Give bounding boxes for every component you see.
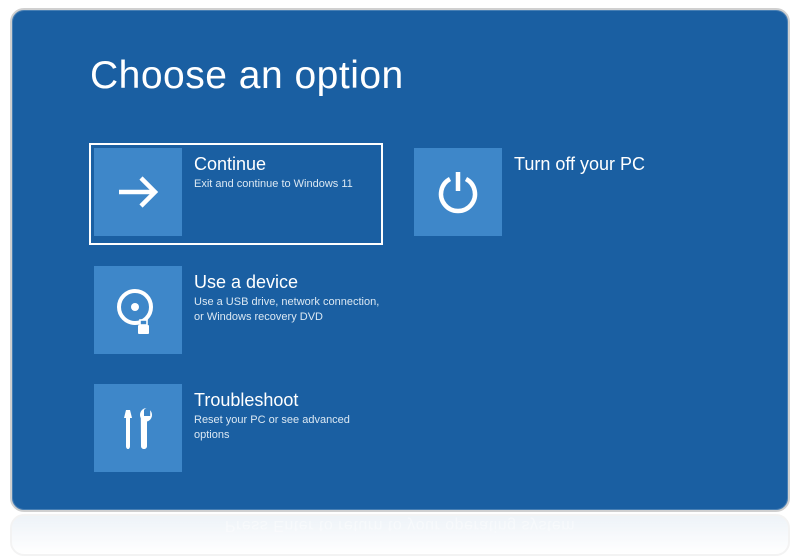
disc-usb-icon (94, 266, 182, 354)
option-title: Continue (194, 154, 372, 175)
page-title: Choose an option (90, 54, 404, 98)
reflection-text: Press Enter to return to your operating … (12, 516, 788, 546)
recovery-window: Choose an option Continue Exit and conti… (10, 8, 790, 512)
option-desc: Use a USB drive, network connection, or … (194, 295, 380, 325)
options-grid: Continue Exit and continue to Windows 11… (90, 144, 730, 498)
option-desc: Exit and continue to Windows 11 (194, 177, 372, 192)
tools-icon (94, 384, 182, 472)
option-title: Troubleshoot (194, 390, 380, 411)
option-title: Use a device (194, 272, 380, 293)
option-use-device[interactable]: Use a device Use a USB drive, network co… (90, 262, 390, 362)
option-title: Turn off your PC (514, 154, 692, 175)
power-icon (414, 148, 502, 236)
option-troubleshoot[interactable]: Troubleshoot Reset your PC or see advanc… (90, 380, 390, 480)
reflection: Press Enter to return to your operating … (10, 514, 790, 556)
option-continue[interactable]: Continue Exit and continue to Windows 11 (90, 144, 382, 244)
arrow-right-icon (94, 148, 182, 236)
option-turn-off[interactable]: Turn off your PC (410, 144, 702, 244)
option-desc: Reset your PC or see advanced options (194, 413, 380, 443)
